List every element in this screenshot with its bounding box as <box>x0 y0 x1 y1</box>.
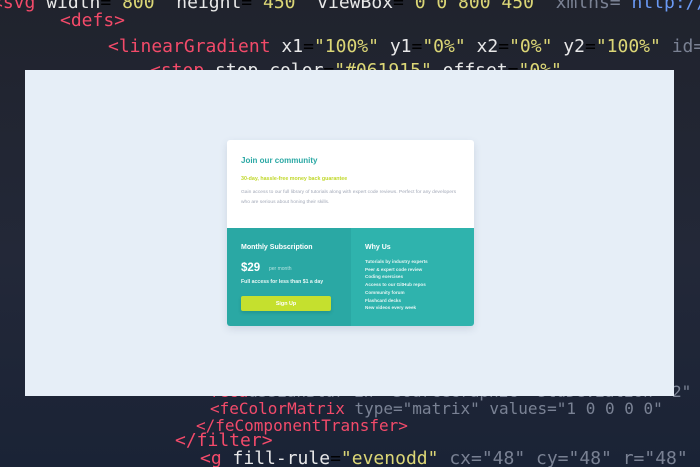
subscription-title: Monthly Subscription <box>241 244 313 251</box>
why-us-item: New videos every week <box>365 305 417 311</box>
access-text: Full access for less than $1 a day <box>241 279 324 285</box>
why-us-item: Access to our GitHub repos <box>365 282 426 288</box>
why-us-item: Community forum <box>365 289 405 295</box>
card-bottom-section: Monthly Subscription $29 per month Full … <box>227 228 474 326</box>
code-line: <g fill-rule="evenodd" cx="48" cy="48" r… <box>200 448 688 467</box>
price-period: per month <box>269 266 292 272</box>
guarantee-text: 30-day, hassle-free money back guarantee <box>241 176 348 182</box>
subscription-section: Monthly Subscription $29 per month Full … <box>227 228 351 326</box>
main-panel: Join our community 30-day, hassle-free m… <box>25 70 674 396</box>
card-title: Join our community <box>241 156 318 165</box>
why-us-item: Tutorials by industry experts <box>365 259 428 264</box>
why-us-item: Peer & expert code review <box>365 266 423 272</box>
why-us-title: Why Us <box>365 244 391 251</box>
sign-up-button[interactable]: Sign Up <box>241 296 331 311</box>
pricing-card: Join our community 30-day, hassle-free m… <box>227 140 474 326</box>
code-line: <linearGradient x1="100%" y1="0%" x2="0%… <box>108 36 700 57</box>
card-description: Gain access to our full library of tutor… <box>241 190 457 205</box>
why-us-item: Flashcard decks <box>365 297 402 303</box>
code-line: <defs> <box>60 10 126 31</box>
why-us-item: Coding exercises <box>365 274 404 280</box>
card-header-section: Join our community 30-day, hassle-free m… <box>227 140 474 228</box>
why-us-list: Tutorials by industry experts Peer & exp… <box>365 258 428 312</box>
why-us-section: Why Us Tutorials by industry experts Pee… <box>351 228 474 326</box>
price-amount: $29 <box>241 262 261 274</box>
